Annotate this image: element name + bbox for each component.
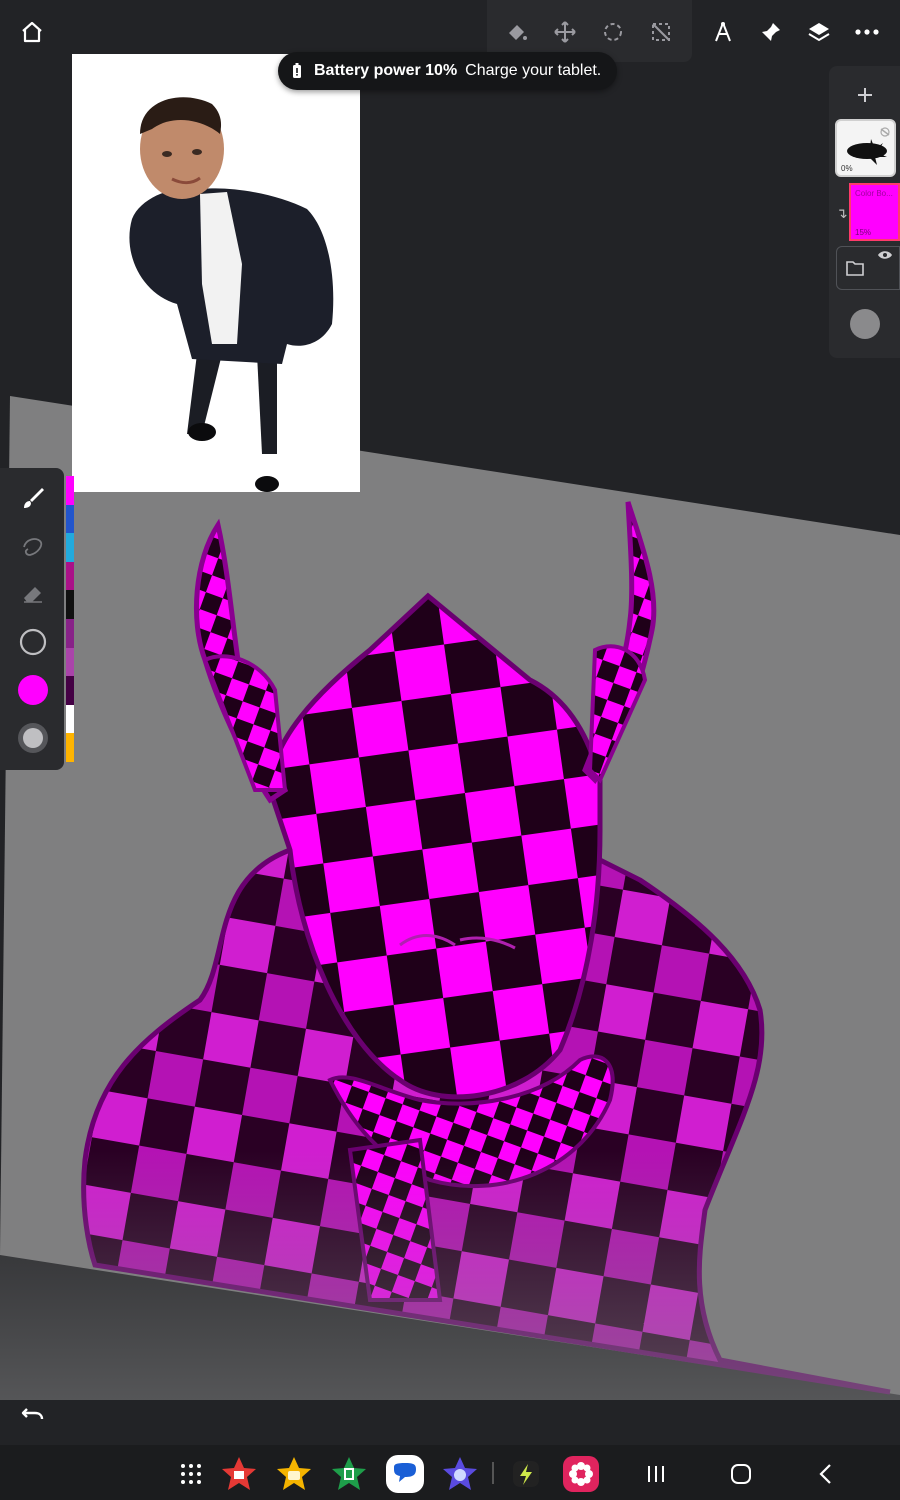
pin-button[interactable]: [753, 12, 789, 52]
back-icon: [819, 1464, 831, 1484]
brush-size-button[interactable]: [12, 621, 54, 663]
palette-color-2[interactable]: [66, 504, 74, 534]
blue-star-app-icon: [443, 1457, 477, 1490]
palette-color-9[interactable]: [66, 704, 74, 734]
background-color-dot[interactable]: [850, 309, 880, 339]
green-star-app[interactable]: [330, 1455, 368, 1493]
back-button[interactable]: [806, 1456, 846, 1492]
layer-2-opacity: 15%: [855, 228, 872, 237]
blue-star-app[interactable]: [441, 1455, 479, 1493]
fill-icon: [509, 25, 527, 40]
more-icon: [855, 29, 879, 35]
more-button[interactable]: [849, 12, 885, 52]
lasso-select-button[interactable]: [595, 12, 631, 52]
smudge-tool-button[interactable]: [12, 525, 54, 567]
color-swatch-button[interactable]: [12, 669, 54, 711]
opacity-dot: [18, 723, 48, 753]
eye-icon[interactable]: [877, 250, 893, 260]
ruler-icon: [715, 22, 731, 42]
palette-color-8[interactable]: [66, 676, 74, 705]
recents-icon: [648, 1466, 664, 1482]
layer-2-name: Color Bo...: [855, 189, 893, 198]
home-icon: [22, 21, 42, 43]
toast-bold-text: Battery power 10%: [314, 62, 458, 79]
green-star-app-icon: [332, 1457, 366, 1490]
battery-icon: [293, 63, 301, 78]
palette-color-5[interactable]: [66, 590, 74, 619]
brush-size-icon: [19, 628, 47, 656]
messages-app[interactable]: [386, 1455, 424, 1493]
transform-tool-button[interactable]: [643, 12, 679, 52]
flower-app[interactable]: [562, 1455, 600, 1493]
energy-app[interactable]: [507, 1455, 545, 1493]
red-star-app-icon: [222, 1457, 256, 1490]
fill-tool-button[interactable]: [499, 12, 535, 52]
pin-icon: [762, 23, 780, 41]
home-button[interactable]: [12, 12, 52, 52]
move-tool-button[interactable]: [547, 12, 583, 52]
man-in-suit-photo: [129, 97, 334, 492]
yellow-star-app[interactable]: [275, 1455, 313, 1493]
flower-app-icon: [563, 1456, 599, 1492]
add-layer-button[interactable]: [850, 80, 880, 110]
messages-app-icon: [394, 1463, 416, 1482]
taskbar-divider: [492, 1462, 494, 1484]
app-drawer-icon: [181, 1464, 201, 1484]
recents-button[interactable]: [636, 1456, 676, 1492]
move-icon: [554, 21, 576, 43]
plus-icon: [858, 88, 872, 102]
battery-toast: Battery power 10% Charge your tablet.: [278, 52, 618, 90]
ruler-button[interactable]: [705, 12, 741, 52]
opacity-button[interactable]: [12, 717, 54, 759]
layer-thumbnail-2[interactable]: Color Bo... 15%: [849, 183, 900, 241]
smudge-icon: [23, 538, 43, 556]
app-drawer-button[interactable]: [172, 1455, 210, 1493]
color-palette-strip[interactable]: [66, 476, 74, 762]
brush-icon: [24, 488, 44, 508]
red-star-app[interactable]: [220, 1455, 258, 1493]
palette-color-10[interactable]: [66, 733, 74, 762]
layer-group[interactable]: [836, 246, 900, 290]
clip-arrow-icon: ↴: [836, 205, 848, 221]
eraser-icon: [24, 587, 42, 603]
brush-tool-button[interactable]: [12, 477, 54, 519]
layer-1-opacity: 0%: [841, 164, 853, 173]
eraser-tool-button[interactable]: [12, 573, 54, 615]
home-nav-button[interactable]: [721, 1456, 761, 1492]
undo-button[interactable]: [16, 1396, 50, 1430]
yellow-star-app-icon: [277, 1457, 311, 1490]
home-circle-icon: [731, 1464, 751, 1484]
palette-color-4[interactable]: [66, 561, 74, 591]
layers-icon: [808, 23, 830, 42]
color-swatch: [18, 675, 48, 705]
layer-thumbnail-1[interactable]: 0%: [835, 119, 896, 177]
palette-color-3[interactable]: [66, 533, 74, 562]
toast-text: Charge your tablet.: [465, 62, 602, 79]
layers-button[interactable]: [801, 12, 837, 52]
folder-icon: [846, 261, 864, 276]
palette-color-7[interactable]: [66, 647, 74, 677]
reference-image[interactable]: [72, 54, 360, 492]
lasso-select-icon: [604, 23, 622, 41]
palette-color-1[interactable]: [66, 476, 74, 505]
palette-color-6[interactable]: [66, 618, 74, 648]
undo-icon: [21, 1408, 44, 1420]
transform-icon: [652, 23, 670, 41]
energy-app-icon: [513, 1461, 539, 1487]
